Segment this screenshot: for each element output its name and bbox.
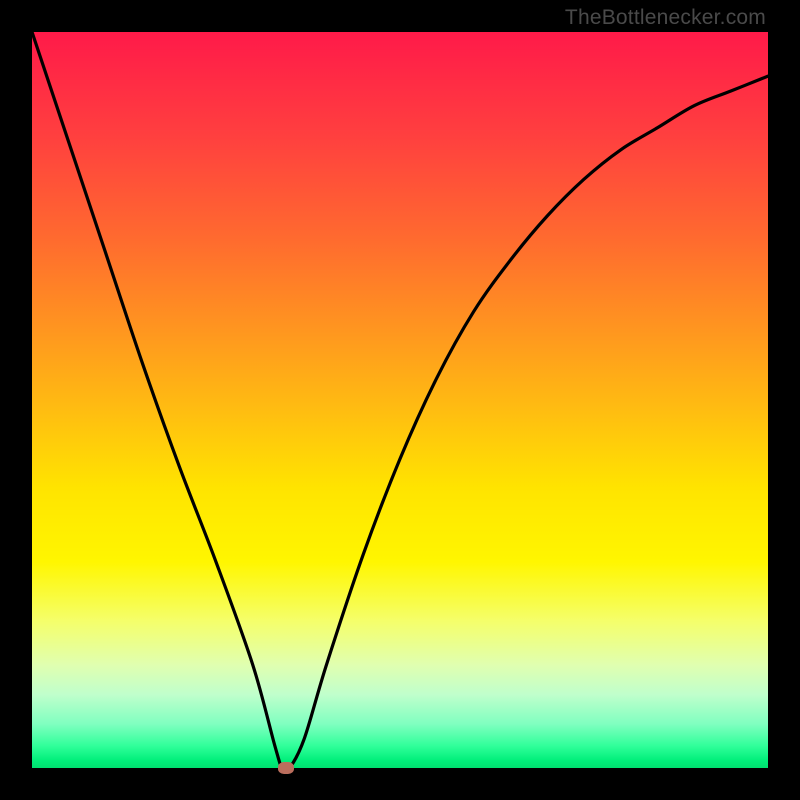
curve-path	[32, 32, 768, 768]
chart-frame: TheBottlenecker.com	[0, 0, 800, 800]
optimal-point-marker	[278, 762, 294, 774]
attribution-text: TheBottlenecker.com	[565, 6, 766, 30]
bottleneck-curve	[32, 32, 768, 768]
plot-area	[32, 32, 768, 768]
